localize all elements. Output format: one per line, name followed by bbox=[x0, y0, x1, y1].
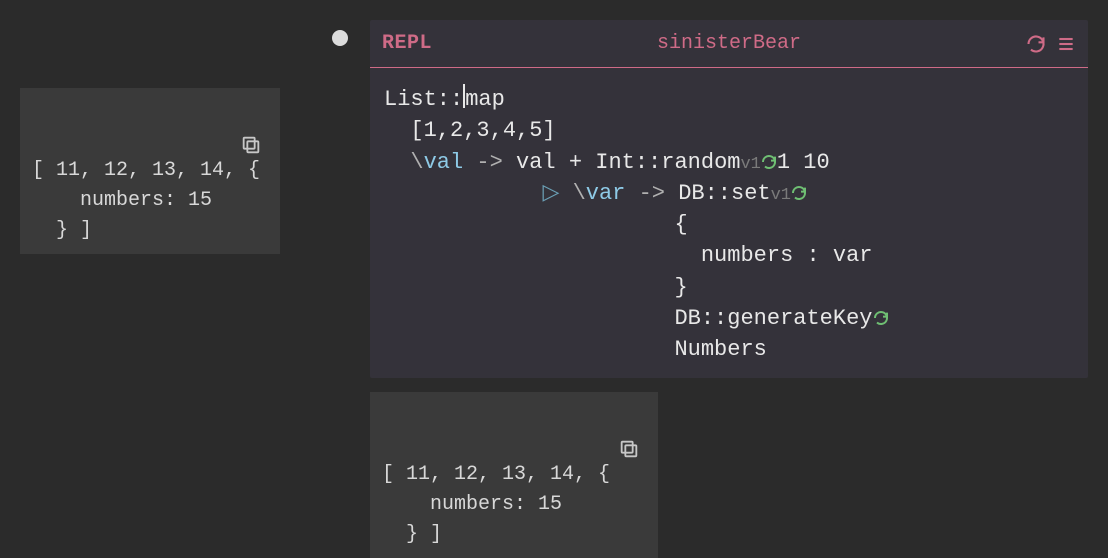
output-line: [ 11, 12, 13, 14, { bbox=[32, 159, 260, 182]
editor-header: REPL sinisterBear bbox=[370, 20, 1088, 68]
copy-icon[interactable] bbox=[240, 74, 288, 216]
output-box-left: [ 11, 12, 13, 14, { numbers: 15 } ] bbox=[20, 88, 280, 254]
code-line: List::map bbox=[384, 87, 505, 112]
code-line: } bbox=[384, 275, 688, 300]
output-line: } ] bbox=[382, 523, 442, 546]
editor-panel: REPL sinisterBear List::map [1,2,3,4,5] … bbox=[370, 20, 1088, 378]
repl-label: REPL bbox=[382, 32, 432, 55]
inline-refresh-icon[interactable] bbox=[873, 306, 889, 331]
unsaved-dot bbox=[332, 30, 348, 46]
inline-refresh-icon[interactable] bbox=[761, 150, 777, 175]
inline-refresh-icon[interactable] bbox=[791, 181, 807, 206]
code-line: Numbers bbox=[384, 337, 767, 362]
output-line: numbers: 15 bbox=[32, 189, 212, 212]
editor-title: sinisterBear bbox=[370, 32, 1088, 55]
output-line: } ] bbox=[32, 219, 92, 242]
code-line: \val -> val + Int::randomv11 10 bbox=[384, 150, 830, 175]
output-line: numbers: 15 bbox=[382, 493, 562, 516]
menu-icon[interactable] bbox=[1056, 34, 1076, 54]
refresh-icon[interactable] bbox=[1026, 34, 1046, 54]
output-box-bottom: [ 11, 12, 13, 14, { numbers: 15 } ] bbox=[370, 392, 658, 558]
code-line: numbers : var bbox=[384, 243, 873, 268]
code-line: DB::generateKey bbox=[384, 306, 889, 331]
code-line: { bbox=[384, 212, 688, 237]
code-line: [1,2,3,4,5] bbox=[384, 118, 556, 143]
output-line: [ 11, 12, 13, 14, { bbox=[382, 463, 610, 486]
play-marker-icon: ▷ bbox=[542, 181, 572, 206]
code-area[interactable]: List::map [1,2,3,4,5] \val -> val + Int:… bbox=[370, 68, 1088, 381]
copy-icon[interactable] bbox=[618, 378, 666, 520]
code-line: ▷ \var -> DB::setv1 bbox=[384, 181, 807, 206]
